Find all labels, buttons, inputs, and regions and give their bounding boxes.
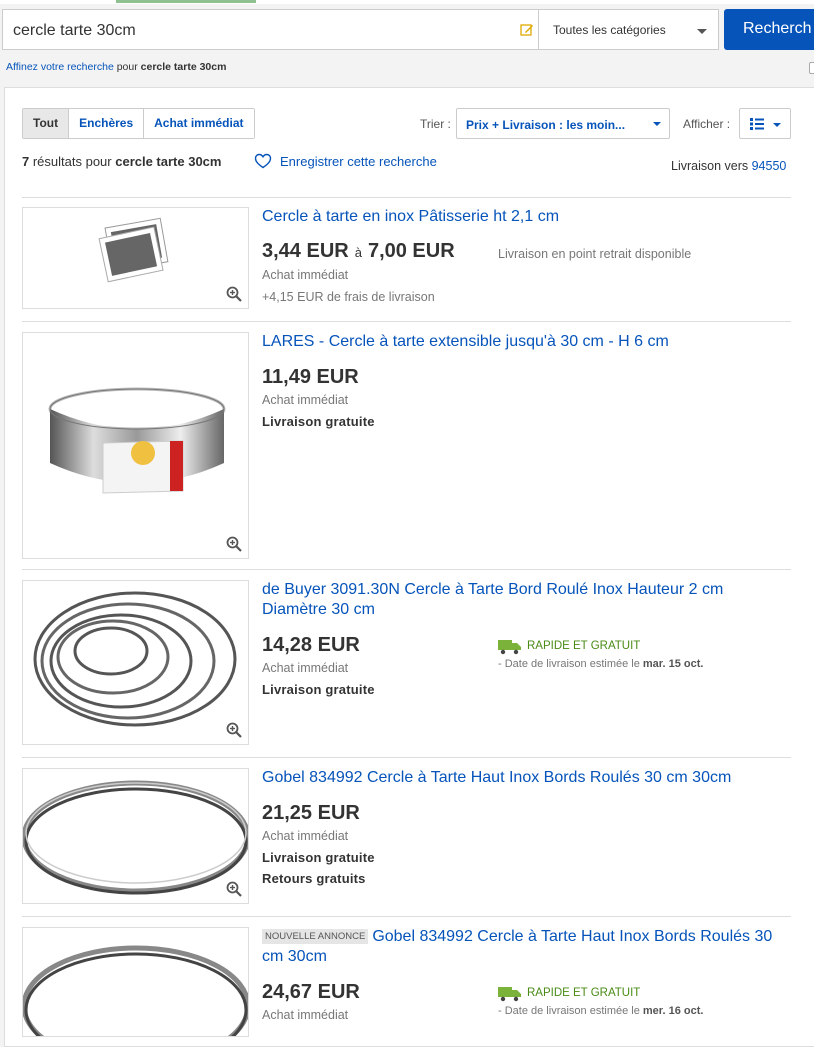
item-title-link[interactable]: Cercle à tarte en inox Pâtisserie ht 2,1… xyxy=(262,207,787,227)
top-strip xyxy=(0,0,814,4)
item-price-low: 3,44 EUR xyxy=(262,240,349,262)
item-image[interactable] xyxy=(22,768,249,904)
fast-free-label: RAPIDE ET GRATUIT xyxy=(527,987,641,999)
estimated-delivery: - Date de livraison estimée le mer. 16 o… xyxy=(498,1005,703,1017)
product-image xyxy=(23,945,248,1036)
product-image xyxy=(33,591,237,727)
item-title-link[interactable]: Gobel 834992 Cercle à Tarte Haut Inox Bo… xyxy=(262,768,787,788)
item-price: 24,67 EUR xyxy=(262,981,360,1003)
format-tabs: Tout Enchères Achat immédiat xyxy=(22,108,255,139)
product-image xyxy=(23,780,248,895)
delivery-label: Livraison vers xyxy=(671,159,752,173)
image-placeholder-icon xyxy=(98,217,169,283)
item-price: 11,49 EUR xyxy=(262,366,359,388)
item-price-high: 7,00 EUR xyxy=(367,240,455,262)
item-shipping: Livraison gratuite xyxy=(262,682,375,697)
item-price: 21,25 EUR xyxy=(262,802,360,824)
item-format: Achat immédiat xyxy=(262,268,349,282)
item-shipping: +4,15 EUR de frais de livraison xyxy=(262,290,435,304)
heart-icon xyxy=(254,153,272,169)
item-image[interactable] xyxy=(22,207,249,309)
refine-mid: pour xyxy=(113,61,141,73)
tab-tout[interactable]: Tout xyxy=(23,109,69,138)
item-shipping: Livraison gratuite xyxy=(262,850,375,865)
est-text: - Date de livraison estimée le xyxy=(498,1005,643,1017)
result-count-term: cercle tarte 30cm xyxy=(115,154,222,169)
delivery-zip-link[interactable]: 94550 xyxy=(752,159,787,173)
item-returns: Retours gratuits xyxy=(262,871,366,886)
divider xyxy=(22,569,791,570)
edit-icon[interactable] xyxy=(520,23,534,37)
edge-checkbox[interactable] xyxy=(809,62,814,74)
fast-free-label: RAPIDE ET GRATUIT xyxy=(527,640,641,652)
truck-icon xyxy=(498,987,521,1002)
save-search-label: Enregistrer cette recherche xyxy=(280,154,437,169)
est-date: mer. 16 oct. xyxy=(642,1005,704,1017)
item-price: 3,44 EUR à 7,00 EUR xyxy=(262,240,455,263)
est-date: mar. 15 oct. xyxy=(642,658,704,670)
search-query-text: cercle tarte 30cm xyxy=(13,22,136,39)
item-format: Achat immédiat xyxy=(262,661,349,675)
search-input[interactable]: cercle tarte 30cm xyxy=(2,9,538,50)
item-format: Achat immédiat xyxy=(262,829,349,843)
search-button[interactable]: Recherch xyxy=(724,9,814,50)
item-title-link[interactable]: de Buyer 3091.30N Cercle à Tarte Bord Ro… xyxy=(262,580,787,620)
tab-achat-immediat[interactable]: Achat immédiat xyxy=(143,109,254,138)
item-title-link[interactable]: LARES - Cercle à tarte extensible jusqu'… xyxy=(262,332,787,352)
list-view-icon xyxy=(750,118,764,130)
item-price: 14,28 EUR xyxy=(262,634,360,656)
est-text: - Date de livraison estimée le xyxy=(498,658,643,670)
refine-search-link[interactable]: Affinez votre recherche xyxy=(6,61,114,73)
chevron-down-icon xyxy=(773,123,781,127)
sort-select[interactable]: Prix + Livraison : les moin... xyxy=(456,108,670,139)
category-select[interactable]: Toutes les catégories xyxy=(538,9,719,50)
divider xyxy=(22,321,791,322)
divider xyxy=(22,757,791,758)
item-title-link[interactable]: NOUVELLE ANNONCE Gobel 834992 Cercle à Ta… xyxy=(262,927,787,967)
new-listing-badge: NOUVELLE ANNONCE xyxy=(262,929,369,944)
view-label: Afficher : xyxy=(683,117,731,131)
zoom-icon[interactable] xyxy=(226,286,242,302)
pickup-note: Livraison en point retrait disponible xyxy=(498,247,692,261)
chevron-down-icon xyxy=(697,29,707,34)
sort-label: Trier : xyxy=(420,117,451,131)
truck-icon xyxy=(498,640,521,655)
refine-term: cercle tarte 30cm xyxy=(140,61,227,73)
divider xyxy=(22,916,791,917)
estimated-delivery: - Date de livraison estimée le mar. 15 o… xyxy=(498,658,703,670)
zoom-icon[interactable] xyxy=(226,722,242,738)
result-count: 7 résultats pour cercle tarte 30cm xyxy=(22,154,221,169)
sort-select-value: Prix + Livraison : les moin... xyxy=(466,118,626,132)
price-range-sep: à xyxy=(354,245,362,260)
delivery-location: Livraison vers 94550 xyxy=(671,159,786,173)
chevron-down-icon xyxy=(653,122,661,126)
browser-tab-indicator xyxy=(116,0,256,3)
divider xyxy=(22,197,791,198)
zoom-icon[interactable] xyxy=(226,881,242,897)
item-format: Achat immédiat xyxy=(262,1008,349,1022)
refine-search: Affinez votre recherche pour cercle tart… xyxy=(6,61,226,73)
item-shipping: Livraison gratuite xyxy=(262,414,375,429)
view-select[interactable] xyxy=(739,108,791,139)
item-format: Achat immédiat xyxy=(262,393,349,407)
result-count-text: résultats pour xyxy=(29,154,116,169)
product-image xyxy=(48,387,226,494)
item-image[interactable] xyxy=(22,332,249,559)
item-image[interactable] xyxy=(22,927,249,1037)
tab-encheres[interactable]: Enchères xyxy=(68,109,144,138)
zoom-icon[interactable] xyxy=(226,536,242,552)
category-select-value: Toutes les catégories xyxy=(553,23,666,37)
item-image[interactable] xyxy=(22,580,249,745)
